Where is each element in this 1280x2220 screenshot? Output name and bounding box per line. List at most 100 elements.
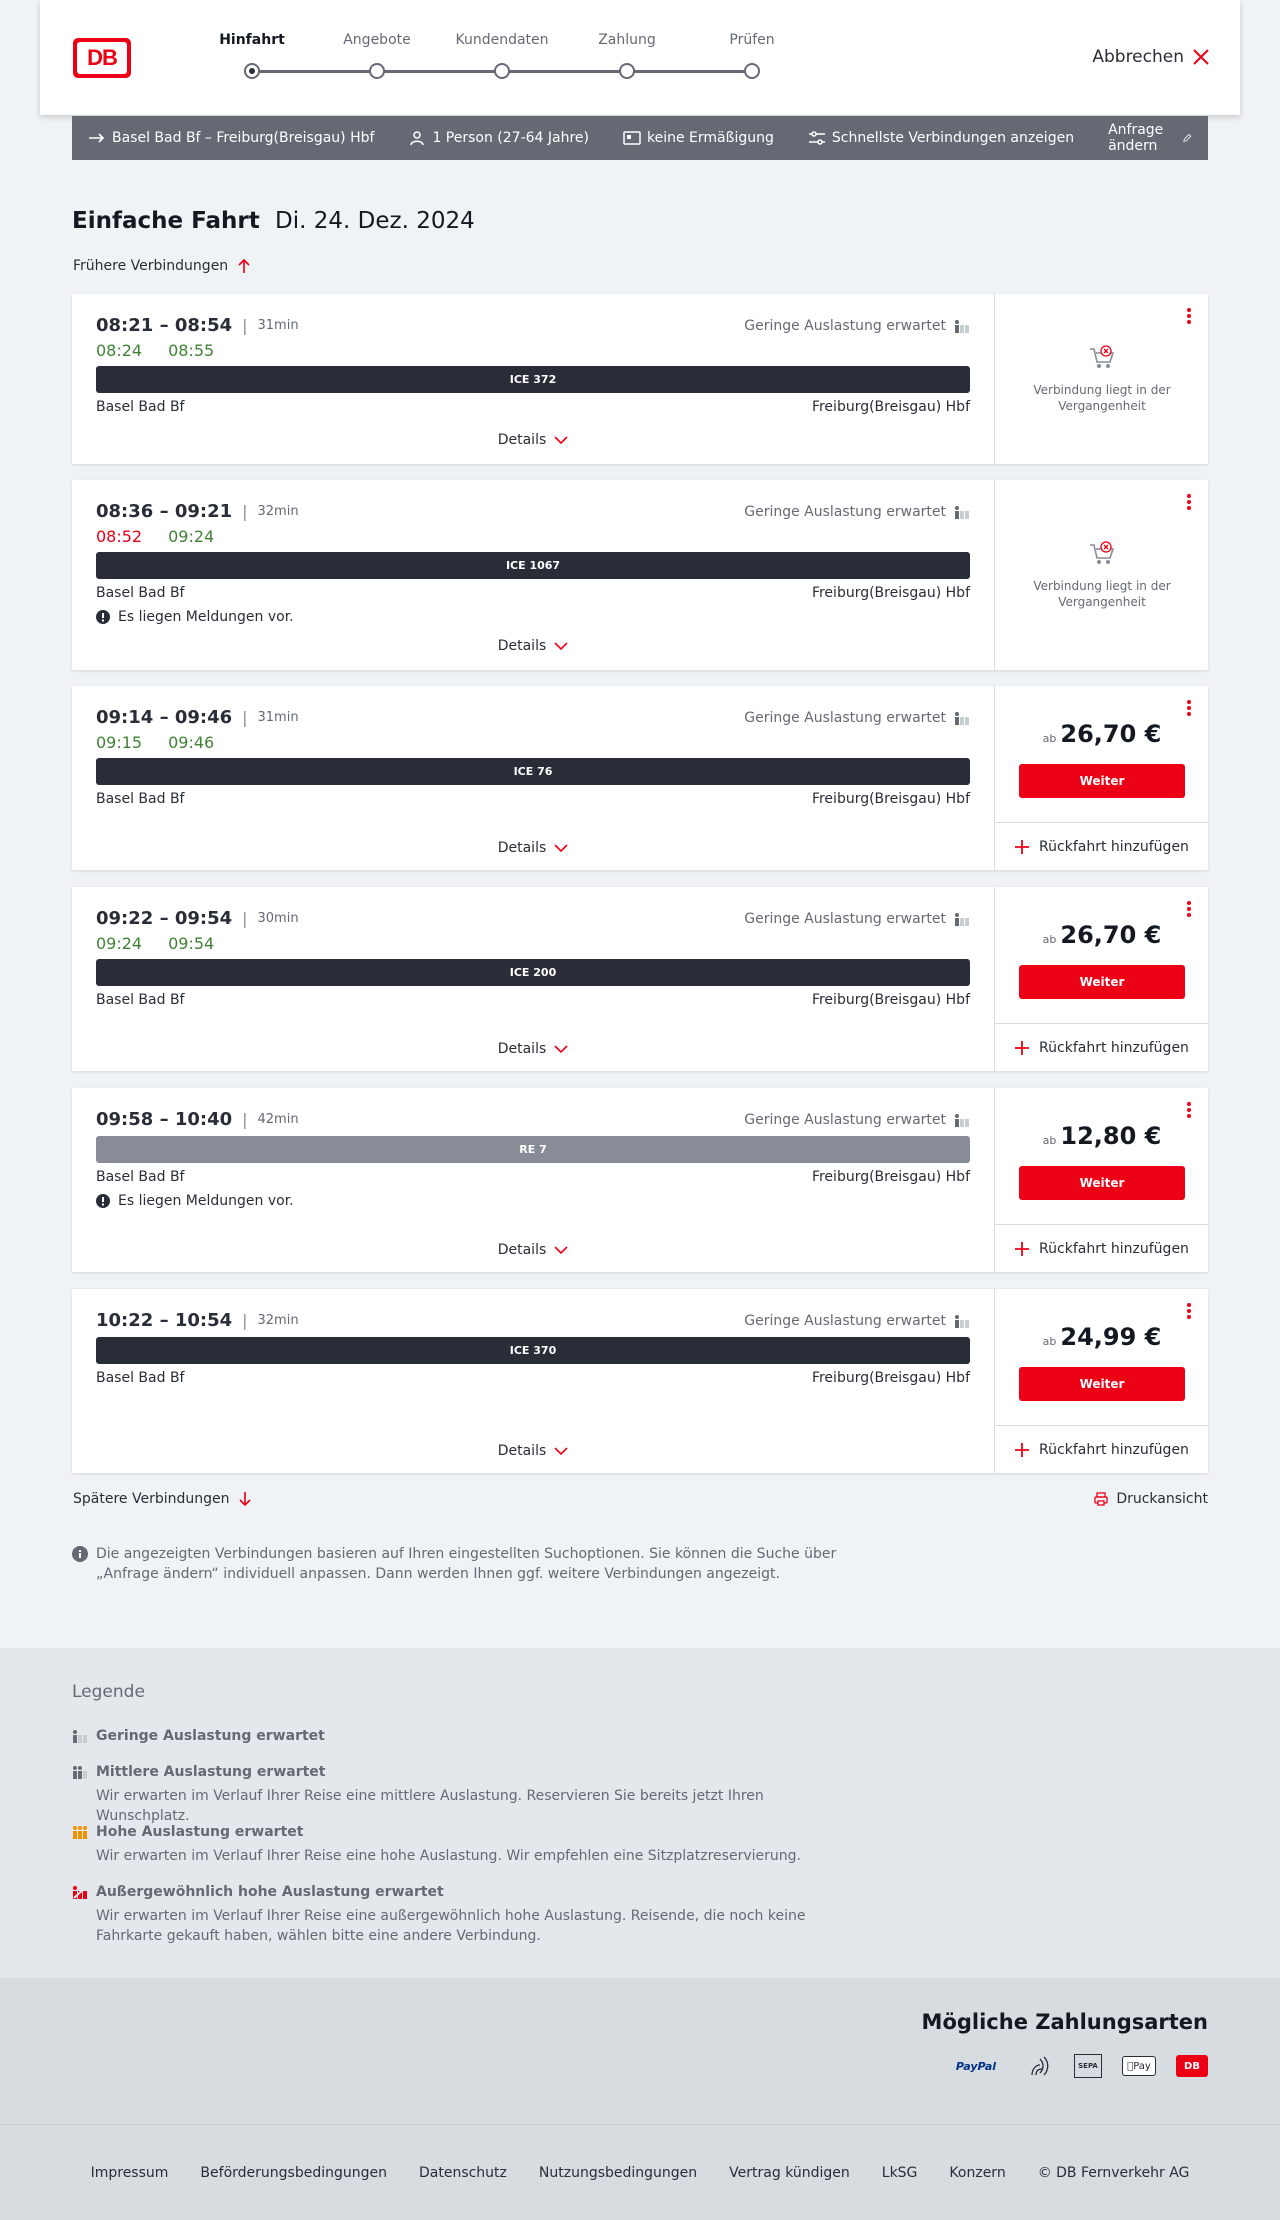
arrow-down-icon bbox=[239, 1492, 252, 1507]
connection-info[interactable]: 10:22 – 10:54 | 32min Geringe Auslastung… bbox=[72, 1289, 994, 1473]
separator: | bbox=[242, 909, 248, 928]
destination-station: Freiburg(Breisgau) Hbf bbox=[811, 992, 970, 1008]
add-return-label: Rückfahrt hinzufügen bbox=[1039, 838, 1189, 855]
step-label: Kundendaten bbox=[455, 32, 549, 48]
continue-button[interactable]: Weiter bbox=[1019, 1166, 1185, 1200]
train-bar: ICE 76 bbox=[96, 758, 970, 785]
realtime-times: 09:15 09:46 bbox=[96, 733, 214, 752]
change-request-button[interactable]: Anfrage ändern bbox=[1108, 122, 1192, 154]
footer-link-befoerderungsbedingungen[interactable]: Beförderungsbedingungen bbox=[200, 2165, 387, 2181]
more-options-icon[interactable] bbox=[1186, 700, 1192, 718]
footer-link-lksg[interactable]: LkSG bbox=[882, 2165, 918, 2181]
offer-panel: Verbindung liegt in der Vergangenheit bbox=[994, 294, 1208, 464]
load-text: Geringe Auslastung erwartet bbox=[744, 1112, 946, 1128]
load-indicator: Geringe Auslastung erwartet bbox=[744, 911, 970, 927]
more-options-icon[interactable] bbox=[1186, 494, 1192, 512]
details-toggle[interactable]: Details bbox=[72, 1242, 994, 1258]
origin-station: Basel Bad Bf bbox=[96, 399, 185, 415]
chevron-down-icon bbox=[554, 844, 568, 853]
details-label: Details bbox=[497, 1041, 547, 1057]
chevron-down-icon bbox=[554, 1447, 568, 1456]
logo-text: DB bbox=[87, 45, 118, 70]
destination-station: Freiburg(Breisgau) Hbf bbox=[811, 1169, 970, 1185]
add-return-button[interactable]: Rückfahrt hinzufügen bbox=[995, 1023, 1209, 1071]
legend-item-low: Geringe Auslastung erwartet bbox=[72, 1728, 325, 1744]
realtime-times: 09:24 09:54 bbox=[96, 934, 214, 953]
connection-info[interactable]: 09:14 – 09:46 | 31min 09:15 09:46 Gering… bbox=[72, 686, 994, 870]
step-kundendaten: Kundendaten bbox=[442, 30, 562, 79]
step-label: Angebote bbox=[343, 32, 411, 48]
add-return-button[interactable]: Rückfahrt hinzufügen bbox=[995, 1425, 1209, 1473]
price: ab 12,80 € bbox=[995, 1122, 1209, 1150]
step-label: Hinfahrt bbox=[219, 32, 285, 48]
price-amount: 26,70 € bbox=[1060, 720, 1162, 748]
alert-icon bbox=[96, 610, 110, 624]
add-return-button[interactable]: Rückfahrt hinzufügen bbox=[995, 1224, 1209, 1272]
step-hinfahrt[interactable]: Hinfahrt bbox=[192, 30, 312, 79]
more-options-icon[interactable] bbox=[1186, 1102, 1192, 1120]
travelers-text: 1 Person (27-64 Jahre) bbox=[432, 130, 589, 146]
connection-card: 08:21 – 08:54 | 31min 08:24 08:55 Gering… bbox=[72, 294, 1208, 464]
realtime-times: 08:52 09:24 bbox=[96, 527, 214, 546]
person-icon bbox=[410, 131, 425, 145]
offer-panel: ab 12,80 € Weiter Rückfahrt hinzufügen bbox=[994, 1088, 1209, 1272]
past-text: Verbindung liegt in der Vergangenheit bbox=[1033, 579, 1171, 609]
details-label: Details bbox=[497, 1242, 547, 1258]
footer-link-datenschutz[interactable]: Datenschutz bbox=[419, 2165, 507, 2181]
load-text: Geringe Auslastung erwartet bbox=[744, 1313, 946, 1329]
arrow-right-icon bbox=[89, 133, 105, 143]
travelers-summary[interactable]: 1 Person (27-64 Jahre) bbox=[408, 130, 589, 146]
cancel-button[interactable]: Abbrechen bbox=[1092, 47, 1210, 67]
price-prefix: ab bbox=[1042, 1335, 1057, 1348]
footer-link-nutzungsbedingungen[interactable]: Nutzungsbedingungen bbox=[539, 2165, 697, 2181]
earlier-connections-link[interactable]: Frühere Verbindungen bbox=[73, 258, 252, 274]
legend-section: Legende Geringe Auslastung erwartet Mitt… bbox=[0, 1648, 1280, 1978]
more-options-icon[interactable] bbox=[1186, 1303, 1192, 1321]
fastest-toggle[interactable]: Schnellste Verbindungen anzeigen bbox=[808, 130, 1074, 146]
details-toggle[interactable]: Details bbox=[72, 1443, 994, 1459]
price-prefix: ab bbox=[1042, 933, 1057, 946]
more-options-icon[interactable] bbox=[1186, 901, 1192, 919]
continue-label: Weiter bbox=[1079, 774, 1125, 788]
connection-info[interactable]: 09:22 – 09:54 | 30min 09:24 09:54 Gering… bbox=[72, 887, 994, 1071]
add-return-button[interactable]: Rückfahrt hinzufügen bbox=[995, 822, 1209, 870]
footer: Impressum Beförderungsbedingungen Datens… bbox=[0, 2124, 1280, 2220]
print-view-link[interactable]: Druckansicht bbox=[1094, 1491, 1208, 1507]
details-toggle[interactable]: Details bbox=[72, 1041, 994, 1057]
more-options-icon[interactable] bbox=[1186, 308, 1192, 326]
train-bar: ICE 372 bbox=[96, 366, 970, 393]
footer-link-konzern[interactable]: Konzern bbox=[949, 2165, 1005, 2181]
origin-station: Basel Bad Bf bbox=[96, 992, 185, 1008]
footer-copyright: © DB Fernverkehr AG bbox=[1037, 2164, 1190, 2181]
footer-link-impressum[interactable]: Impressum bbox=[91, 2165, 169, 2181]
continue-button[interactable]: Weiter bbox=[1019, 1367, 1185, 1401]
connection-info[interactable]: 08:36 – 09:21 | 32min 08:52 09:24 Gering… bbox=[72, 480, 994, 670]
connection-info[interactable]: 08:21 – 08:54 | 31min 08:24 08:55 Gering… bbox=[72, 294, 994, 464]
search-info-note: Die angezeigten Verbindungen basieren au… bbox=[72, 1544, 852, 1584]
train-name: RE 7 bbox=[519, 1143, 547, 1156]
trip-type: Einfache Fahrt bbox=[72, 208, 260, 234]
separator: | bbox=[242, 708, 248, 727]
notice-text: Es liegen Meldungen vor. bbox=[118, 1193, 294, 1209]
details-label: Details bbox=[497, 840, 547, 856]
chevron-down-icon bbox=[554, 1045, 568, 1054]
origin-station: Basel Bad Bf bbox=[96, 791, 185, 807]
details-label: Details bbox=[497, 432, 547, 448]
later-connections-link[interactable]: Spätere Verbindungen bbox=[73, 1491, 253, 1507]
details-toggle[interactable]: Details bbox=[72, 840, 994, 856]
continue-button[interactable]: Weiter bbox=[1019, 965, 1185, 999]
db-logo[interactable]: DB bbox=[73, 38, 131, 78]
occupancy-low-icon bbox=[73, 1730, 87, 1743]
continue-button[interactable]: Weiter bbox=[1019, 764, 1185, 798]
arrow-up-icon bbox=[238, 258, 250, 273]
footer-link-vertrag-kuendigen[interactable]: Vertrag kündigen bbox=[729, 2165, 850, 2181]
add-return-label: Rückfahrt hinzufügen bbox=[1039, 1240, 1189, 1257]
details-toggle[interactable]: Details bbox=[72, 638, 994, 654]
discount-summary[interactable]: keine Ermäßigung bbox=[623, 130, 774, 146]
load-indicator: Geringe Auslastung erwartet bbox=[744, 710, 970, 726]
destination-station: Freiburg(Breisgau) Hbf bbox=[811, 791, 970, 807]
details-toggle[interactable]: Details bbox=[72, 432, 994, 448]
route-summary[interactable]: Basel Bad Bf – Freiburg(Breisgau) Hbf bbox=[88, 130, 374, 146]
price-prefix: ab bbox=[1042, 732, 1057, 745]
connection-info[interactable]: 09:58 – 10:40 | 42min Geringe Auslastung… bbox=[72, 1088, 994, 1272]
